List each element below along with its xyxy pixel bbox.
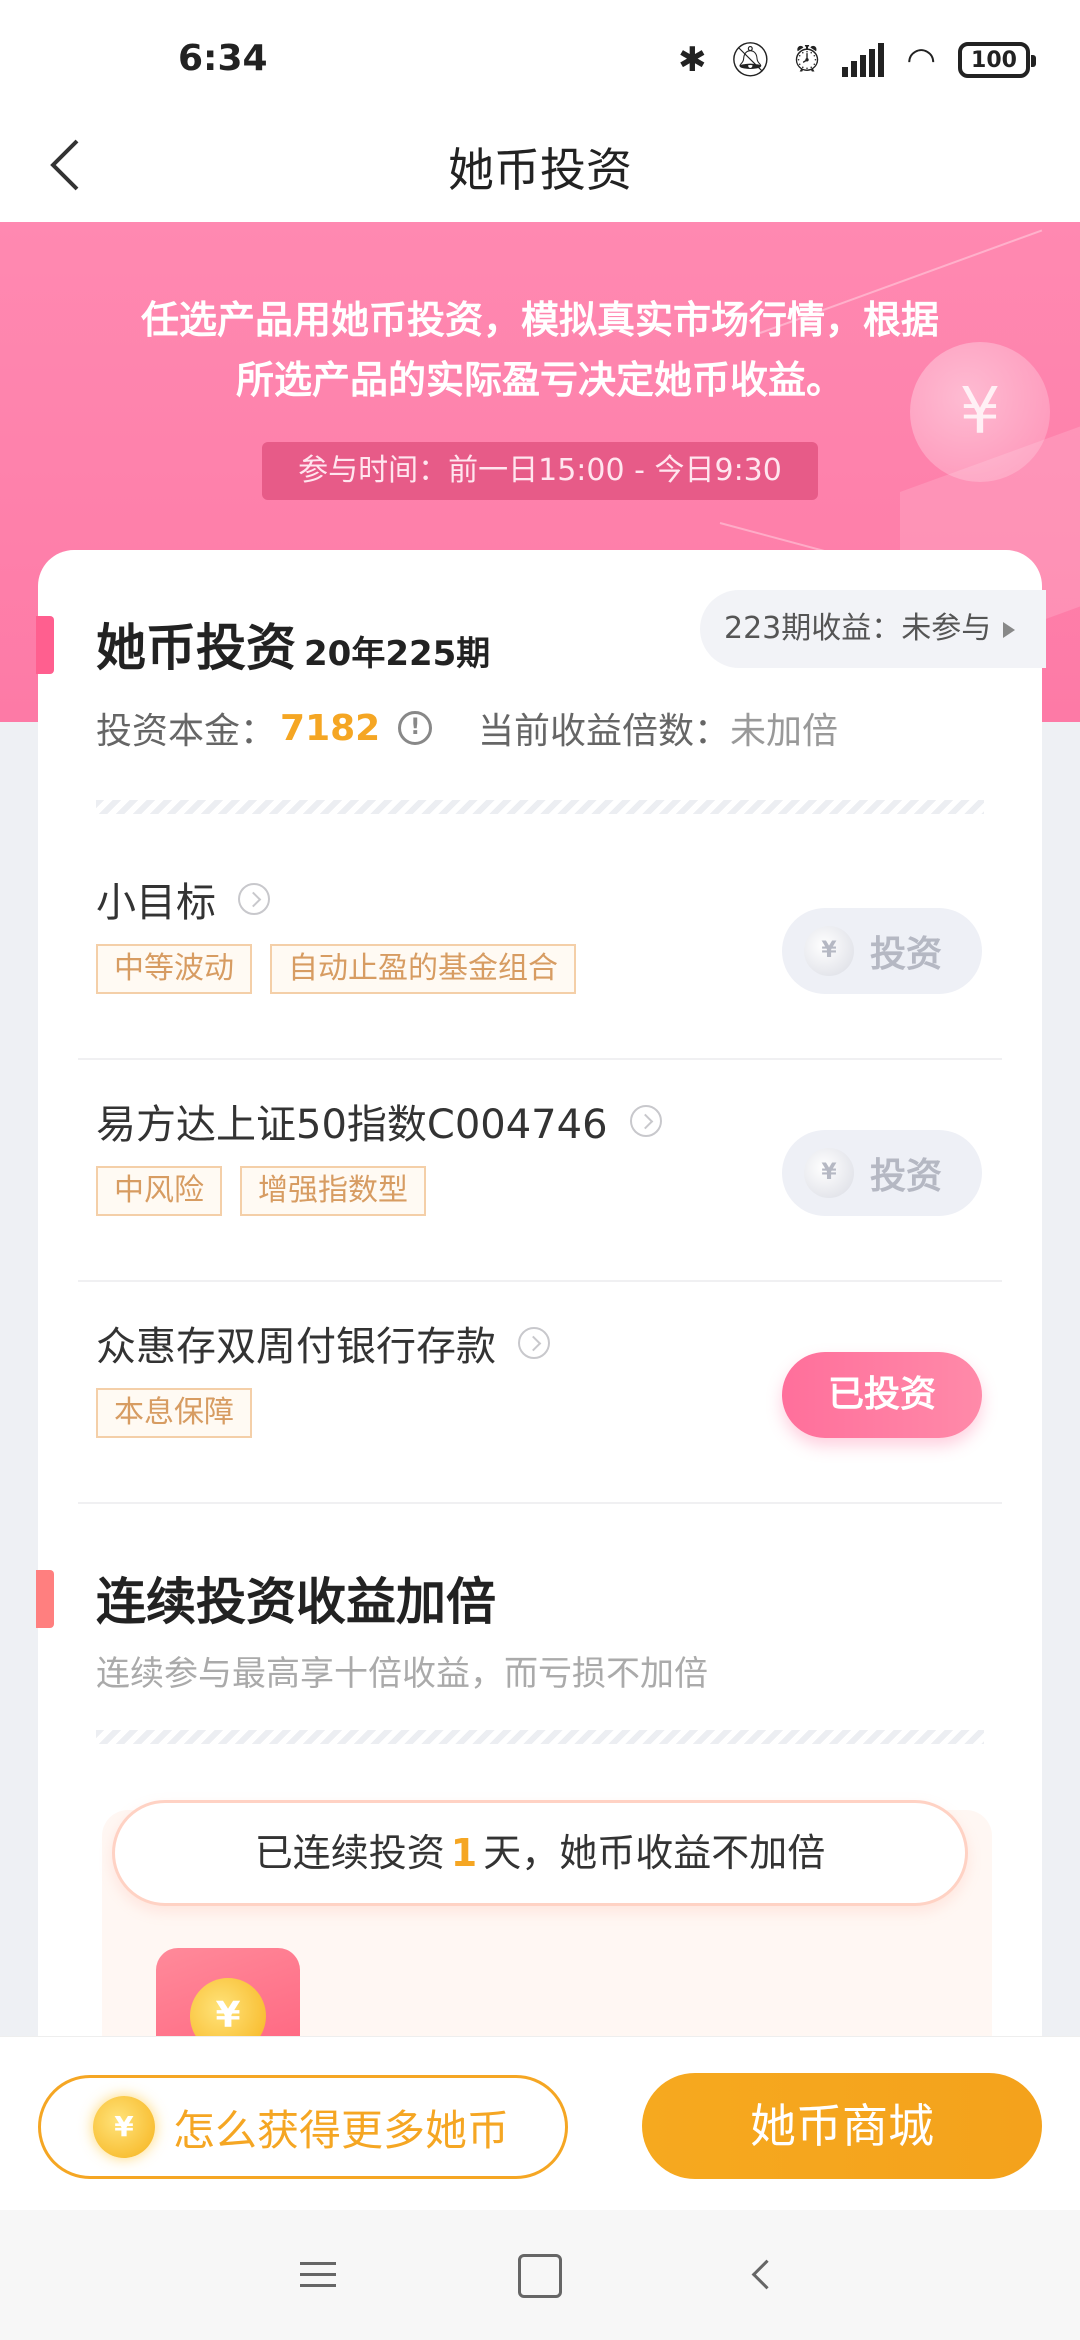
invest-button[interactable]: ¥ 投资 <box>782 908 982 994</box>
battery-icon: 100 <box>958 42 1036 78</box>
streak-days: 1 <box>450 1831 478 1875</box>
participation-time: 参与时间：前一日15:00 - 今日9:30 <box>262 442 818 500</box>
principal-label: 投资本金： <box>96 711 277 752</box>
investment-title: 她币投资 20年225期 <box>96 608 490 680</box>
principal-row: 投资本金： 7182 ! <box>96 702 433 754</box>
page-title: 她币投资 <box>448 143 632 197</box>
previous-period-result[interactable]: 223期收益：未参与 <box>700 590 1046 668</box>
invested-button[interactable]: 已投资 <box>782 1352 982 1438</box>
product-name-row: 小目标 <box>96 870 270 928</box>
bottom-action-bar: ¥ 怎么获得更多她币 她币商城 <box>0 2036 1080 2210</box>
earn-more-coins-label: 怎么获得更多她币 <box>173 2105 510 2155</box>
multiplier-row: 当前收益倍数：未加倍 <box>478 702 838 754</box>
product-item[interactable]: 易方达上证50指数C004746 中风险 增强指数型 ¥ 投资 <box>78 1060 1002 1282</box>
nav-bar: 她币投资 <box>0 110 1080 222</box>
streak-status: 已连续投资 1 天，她币收益不加倍 <box>112 1800 968 1906</box>
coin-icon: ¥ <box>804 926 854 976</box>
product-tags: 中风险 增强指数型 <box>96 1166 426 1216</box>
status-time: 6:34 <box>178 38 268 79</box>
product-tags: 中等波动 自动止盈的基金组合 <box>96 944 576 994</box>
product-name-row: 众惠存双周付银行存款 <box>96 1314 550 1372</box>
product-name: 众惠存双周付银行存款 <box>96 1324 496 1370</box>
banner-description-line: 所选产品的实际盈亏决定她币收益。 <box>235 358 844 402</box>
signal-icon <box>842 43 885 77</box>
menu-icon[interactable] <box>296 2254 340 2298</box>
product-name: 易方达上证50指数C004746 <box>96 1102 608 1148</box>
chevron-right-icon <box>629 1105 662 1137</box>
streak-status-suffix: 天，她币收益不加倍 <box>483 1831 826 1875</box>
alarm-icon: ⏰︎ <box>793 40 821 80</box>
principal-value: 7182 <box>280 707 381 749</box>
coin-icon: ¥ <box>804 1148 854 1198</box>
investment-title-text: 她币投资 <box>96 619 296 677</box>
section-accent <box>36 616 54 674</box>
product-name: 小目标 <box>96 880 216 926</box>
triangle-right-icon <box>1003 621 1016 638</box>
coin-mall-button[interactable]: 她币商城 <box>642 2073 1042 2179</box>
multiplier-value: 未加倍 <box>730 711 839 752</box>
streak-title: 连续投资收益加倍 <box>96 1573 496 1631</box>
invest-button-label: 投资 <box>870 934 943 975</box>
home-icon[interactable] <box>518 2254 562 2298</box>
product-tag: 增强指数型 <box>240 1166 426 1216</box>
wifi-icon: ◠ <box>906 40 936 80</box>
banner-description: 任选产品用她币投资，模拟真实市场行情，根据 所选产品的实际盈亏决定她币收益。 <box>80 290 1000 410</box>
info-icon[interactable]: ! <box>398 711 433 745</box>
product-item[interactable]: 众惠存双周付银行存款 本息保障 已投资 <box>78 1282 1002 1504</box>
bluetooth-icon: ✱ <box>678 40 707 80</box>
section-accent <box>36 1570 54 1628</box>
streak-status-prefix: 已连续投资 <box>254 1831 445 1875</box>
invest-button[interactable]: ¥ 投资 <box>782 1130 982 1216</box>
product-tag: 本息保障 <box>96 1388 252 1438</box>
invest-button-label: 投资 <box>870 1156 943 1197</box>
chevron-right-icon <box>238 883 270 915</box>
status-bar: 6:34 ✱ 🔕︎ ⏰︎ ◠ 100 <box>0 0 1080 120</box>
system-back-icon[interactable] <box>740 2254 784 2298</box>
coin-icon: ¥ <box>93 2096 155 2158</box>
mute-icon: 🔕︎ <box>728 40 772 80</box>
system-navigation-bar <box>0 2210 1080 2340</box>
investment-period: 20年225期 <box>304 634 491 674</box>
divider <box>96 1730 984 1744</box>
previous-period-text: 223期收益：未参与 <box>724 611 992 646</box>
product-tag: 自动止盈的基金组合 <box>270 944 576 994</box>
multiplier-label: 当前收益倍数： <box>478 711 731 752</box>
streak-description: 连续参与最高享十倍收益，而亏损不加倍 <box>96 1654 708 1694</box>
banner-description-line: 任选产品用她币投资，模拟真实市场行情，根据 <box>140 298 939 342</box>
earn-more-coins-button[interactable]: ¥ 怎么获得更多她币 <box>38 2075 568 2179</box>
product-tags: 本息保障 <box>96 1388 252 1438</box>
product-tag: 中风险 <box>96 1166 222 1216</box>
product-tag: 中等波动 <box>96 944 252 994</box>
status-icons: ✱ 🔕︎ ⏰︎ ◠ 100 <box>678 38 1036 82</box>
investment-card: 她币投资 20年225期 223期收益：未参与 投资本金： 7182 ! 当前收益… <box>36 550 1046 2210</box>
product-item[interactable]: 小目标 中等波动 自动止盈的基金组合 ¥ 投资 <box>78 838 1002 1060</box>
product-name-row: 易方达上证50指数C004746 <box>96 1092 662 1150</box>
divider <box>96 800 984 814</box>
chevron-right-icon <box>518 1327 550 1359</box>
